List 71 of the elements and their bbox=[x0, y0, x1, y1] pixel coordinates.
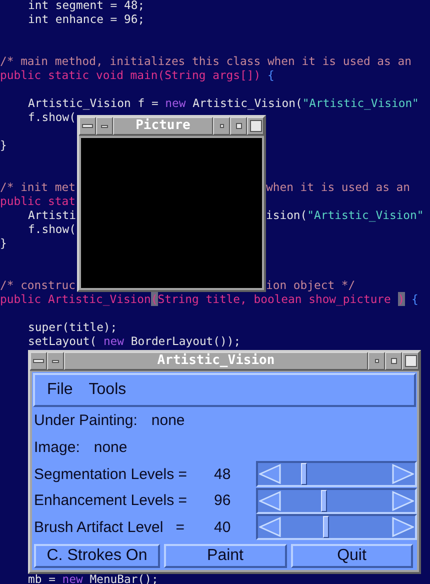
code-text: ( bbox=[150, 292, 158, 306]
code-text: public Artistic_Vision bbox=[0, 292, 151, 306]
slider-label: Brush Artifact Level = bbox=[34, 518, 186, 536]
code-text: mb = bbox=[28, 572, 56, 584]
window-title: Picture bbox=[113, 117, 213, 135]
right-arrow-icon[interactable] bbox=[392, 517, 414, 538]
window-menu-button[interactable] bbox=[79, 117, 96, 135]
code-text: new bbox=[165, 96, 186, 110]
code-text: new bbox=[103, 334, 124, 348]
code-comment: /* construc bbox=[0, 278, 76, 292]
code-text: "Artistic_Vision" bbox=[307, 208, 424, 222]
code-text: super(title); bbox=[28, 320, 118, 334]
code-text: { bbox=[266, 68, 274, 82]
slider-value: 40 bbox=[214, 518, 232, 536]
info-value: none bbox=[94, 439, 128, 456]
close-button[interactable] bbox=[402, 352, 419, 370]
close-button[interactable] bbox=[247, 117, 264, 135]
code-text: ision( bbox=[266, 208, 308, 222]
slider-value: 96 bbox=[214, 492, 232, 510]
scrollbar-thumb[interactable] bbox=[320, 490, 327, 512]
menu-item[interactable]: Tools bbox=[88, 381, 126, 399]
left-arrow-icon[interactable] bbox=[259, 464, 281, 484]
code-text: BorderLayout()); bbox=[130, 334, 241, 348]
scrollbar-thumb[interactable] bbox=[322, 516, 328, 538]
code-text: f.show( bbox=[28, 222, 76, 236]
code-comment: when it is used as an bbox=[266, 180, 410, 194]
scrollbar-thumb[interactable] bbox=[300, 463, 307, 486]
code-text: Artisti bbox=[28, 208, 76, 222]
code-text: String title, boolean show_picture bbox=[158, 292, 392, 306]
menu-item[interactable]: File bbox=[47, 381, 73, 399]
scrollbar[interactable] bbox=[256, 514, 417, 540]
code-comment: ion object */ bbox=[266, 278, 356, 292]
action-button[interactable]: C. Strokes On bbox=[34, 544, 160, 568]
shade-button[interactable] bbox=[47, 352, 64, 370]
code-text: { bbox=[410, 292, 418, 306]
action-button[interactable]: Quit bbox=[290, 544, 413, 568]
code-text: int enhance = 96; bbox=[28, 12, 145, 26]
code-text: f.show( bbox=[28, 110, 76, 124]
code-text: Artistic_Vision f = bbox=[28, 96, 160, 110]
window-menu-button[interactable] bbox=[30, 352, 47, 370]
code-text: } bbox=[0, 138, 7, 152]
slider-value: 48 bbox=[214, 466, 232, 483]
maximize-button[interactable] bbox=[230, 117, 247, 135]
scrollbar[interactable] bbox=[256, 488, 417, 514]
code-text: setLayout( bbox=[28, 334, 98, 348]
code-text: int segment = 48; bbox=[28, 0, 145, 12]
code-comment: /* init met bbox=[0, 180, 76, 194]
left-arrow-icon[interactable] bbox=[259, 490, 281, 511]
action-button[interactable]: Paint bbox=[164, 544, 286, 568]
info-value: none bbox=[151, 412, 185, 429]
code-text: } bbox=[0, 236, 7, 250]
left-arrow-icon[interactable] bbox=[259, 517, 281, 538]
minimize-button[interactable] bbox=[368, 352, 385, 370]
code-text: new bbox=[62, 572, 83, 584]
scrollbar[interactable] bbox=[256, 461, 417, 488]
code-comment: /* main method, initializes this class when it is used as an bbox=[0, 54, 412, 68]
right-arrow-icon[interactable] bbox=[392, 490, 414, 511]
code-text: public stat bbox=[0, 194, 76, 208]
right-arrow-icon[interactable] bbox=[392, 464, 414, 484]
shade-button[interactable] bbox=[96, 117, 113, 135]
window-title: Artistic_Vision bbox=[64, 352, 368, 370]
code-text: "Artistic_Vision" bbox=[302, 96, 419, 110]
info-label: Image: bbox=[34, 439, 80, 456]
code-text: ) bbox=[398, 292, 405, 306]
slider-label: Enhancement Levels = bbox=[34, 492, 188, 510]
slider-label: Segmentation Levels = bbox=[34, 466, 188, 483]
minimize-button[interactable] bbox=[213, 117, 230, 135]
code-text: public static void main(String args[]) bbox=[0, 68, 261, 82]
maximize-button[interactable] bbox=[385, 352, 402, 370]
info-label: Under Painting: bbox=[34, 412, 138, 429]
code-text: Artistic_Vision( bbox=[192, 96, 302, 110]
